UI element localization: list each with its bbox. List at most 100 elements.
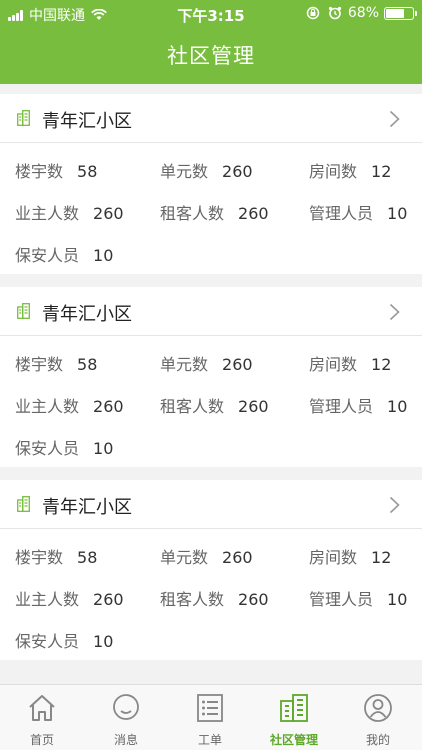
stat-label: 房间数 bbox=[309, 548, 358, 567]
chevron-right-icon bbox=[389, 496, 400, 514]
stats-row: 楼宇数 58 单元数 260 房间数 12 bbox=[0, 158, 422, 182]
stat-value: 260 bbox=[222, 162, 253, 181]
stat-item: 租客人数 260 bbox=[160, 586, 269, 610]
stat-value: 260 bbox=[238, 590, 269, 609]
tab-messages-label: 消息 bbox=[113, 733, 138, 747]
rotation-lock-icon bbox=[306, 6, 320, 20]
stat-label: 管理人员 bbox=[309, 397, 374, 416]
community-card[interactable]: 青年汇小区楼宇数 58 单元数 260 房间数 12 业主人数 260 租客人数 260 管理人员 1… bbox=[0, 94, 422, 274]
stat-value: 10 bbox=[387, 397, 408, 416]
stat-label: 租客人数 bbox=[160, 590, 225, 609]
stat-value: 10 bbox=[387, 204, 408, 223]
stat-label: 管理人员 bbox=[309, 204, 374, 223]
stat-value: 260 bbox=[93, 397, 124, 416]
building-icon bbox=[17, 110, 30, 126]
stat-item: 保安人员 10 bbox=[15, 242, 113, 266]
stat-value: 12 bbox=[371, 162, 392, 181]
stat-item: 单元数 260 bbox=[160, 351, 253, 375]
building-icon bbox=[280, 694, 308, 722]
stat-value: 10 bbox=[93, 246, 114, 265]
stat-item: 单元数 260 bbox=[160, 544, 253, 568]
stats-row: 保安人员 10 bbox=[0, 242, 422, 266]
stat-item: 管理人员 10 bbox=[309, 393, 407, 417]
stat-item: 房间数 12 bbox=[309, 351, 391, 375]
stat-value: 260 bbox=[222, 548, 253, 567]
chevron-right-icon bbox=[389, 110, 400, 128]
tab-work-orders-label: 工单 bbox=[197, 733, 222, 747]
stat-item: 业主人数 260 bbox=[15, 200, 124, 224]
building-icon bbox=[17, 303, 30, 319]
tab-home[interactable]: 首页 bbox=[0, 685, 84, 750]
stat-value: 10 bbox=[93, 632, 114, 651]
stat-value: 260 bbox=[93, 590, 124, 609]
header: 中国联通 下午3:15 68% 社区管理 bbox=[0, 0, 422, 84]
stat-label: 楼宇数 bbox=[15, 355, 64, 374]
stat-item: 保安人员 10 bbox=[15, 435, 113, 459]
work-order-icon bbox=[197, 694, 223, 722]
community-card-header[interactable]: 青年汇小区 bbox=[0, 480, 422, 529]
community-name: 青年汇小区 bbox=[42, 304, 132, 325]
stats-row: 业主人数 260 租客人数 260 管理人员 10 bbox=[0, 393, 422, 417]
stat-value: 260 bbox=[238, 204, 269, 223]
community-card[interactable]: 青年汇小区楼宇数 58 单元数 260 房间数 12 业主人数 260 租客人数 260 管理人员 1… bbox=[0, 480, 422, 660]
tab-home-label: 首页 bbox=[29, 733, 54, 747]
stat-label: 业主人数 bbox=[15, 590, 80, 609]
tab-bar: 首页 消息 工单 社区管理 我的 bbox=[0, 684, 422, 750]
stats-row: 保安人员 10 bbox=[0, 628, 422, 652]
stat-label: 保安人员 bbox=[15, 246, 80, 265]
stat-value: 260 bbox=[238, 397, 269, 416]
stat-label: 租客人数 bbox=[160, 397, 225, 416]
stat-value: 10 bbox=[93, 439, 114, 458]
stat-label: 楼宇数 bbox=[15, 162, 64, 181]
community-card-header[interactable]: 青年汇小区 bbox=[0, 94, 422, 143]
stat-label: 楼宇数 bbox=[15, 548, 64, 567]
stat-label: 租客人数 bbox=[160, 204, 225, 223]
message-icon bbox=[113, 694, 139, 720]
stat-value: 12 bbox=[371, 548, 392, 567]
stat-label: 单元数 bbox=[160, 355, 209, 374]
community-name: 青年汇小区 bbox=[42, 111, 132, 132]
stat-label: 房间数 bbox=[309, 355, 358, 374]
stat-label: 业主人数 bbox=[15, 397, 80, 416]
tab-work-orders[interactable]: 工单 bbox=[168, 685, 252, 750]
stat-label: 单元数 bbox=[160, 162, 209, 181]
stat-item: 业主人数 260 bbox=[15, 393, 124, 417]
battery-icon bbox=[384, 6, 417, 20]
stat-item: 房间数 12 bbox=[309, 544, 391, 568]
stat-value: 12 bbox=[371, 355, 392, 374]
tab-community-management[interactable]: 社区管理 bbox=[252, 685, 336, 750]
chevron-right-icon bbox=[389, 303, 400, 321]
stat-value: 260 bbox=[93, 204, 124, 223]
stat-label: 保安人员 bbox=[15, 439, 80, 458]
stat-item: 保安人员 10 bbox=[15, 628, 113, 652]
stat-item: 楼宇数 58 bbox=[15, 351, 97, 375]
alarm-icon bbox=[328, 6, 341, 20]
stat-value: 58 bbox=[77, 162, 98, 181]
community-card[interactable]: 青年汇小区楼宇数 58 单元数 260 房间数 12 业主人数 260 租客人数 260 管理人员 1… bbox=[0, 287, 422, 467]
stats-row: 业主人数 260 租客人数 260 管理人员 10 bbox=[0, 200, 422, 224]
stat-item: 租客人数 260 bbox=[160, 200, 269, 224]
battery-percent: 68% bbox=[347, 5, 379, 21]
stat-label: 保安人员 bbox=[15, 632, 80, 651]
community-card-header[interactable]: 青年汇小区 bbox=[0, 287, 422, 336]
stat-item: 管理人员 10 bbox=[309, 200, 407, 224]
stat-item: 业主人数 260 bbox=[15, 586, 124, 610]
stat-item: 租客人数 260 bbox=[160, 393, 269, 417]
home-icon bbox=[29, 695, 55, 721]
stat-item: 楼宇数 58 bbox=[15, 544, 97, 568]
stat-label: 业主人数 bbox=[15, 204, 80, 223]
stat-value: 260 bbox=[222, 355, 253, 374]
building-icon bbox=[17, 496, 30, 512]
stat-item: 单元数 260 bbox=[160, 158, 253, 182]
stat-label: 房间数 bbox=[309, 162, 358, 181]
stat-item: 管理人员 10 bbox=[309, 586, 407, 610]
status-bar: 中国联通 下午3:15 68% bbox=[0, 0, 422, 28]
tab-community-management-label: 社区管理 bbox=[269, 733, 318, 747]
stat-label: 管理人员 bbox=[309, 590, 374, 609]
page-title: 社区管理 bbox=[167, 44, 255, 68]
stat-value: 10 bbox=[387, 590, 408, 609]
stat-label: 单元数 bbox=[160, 548, 209, 567]
tab-messages[interactable]: 消息 bbox=[84, 685, 168, 750]
community-name: 青年汇小区 bbox=[42, 497, 132, 518]
tab-profile[interactable]: 我的 bbox=[336, 685, 420, 750]
